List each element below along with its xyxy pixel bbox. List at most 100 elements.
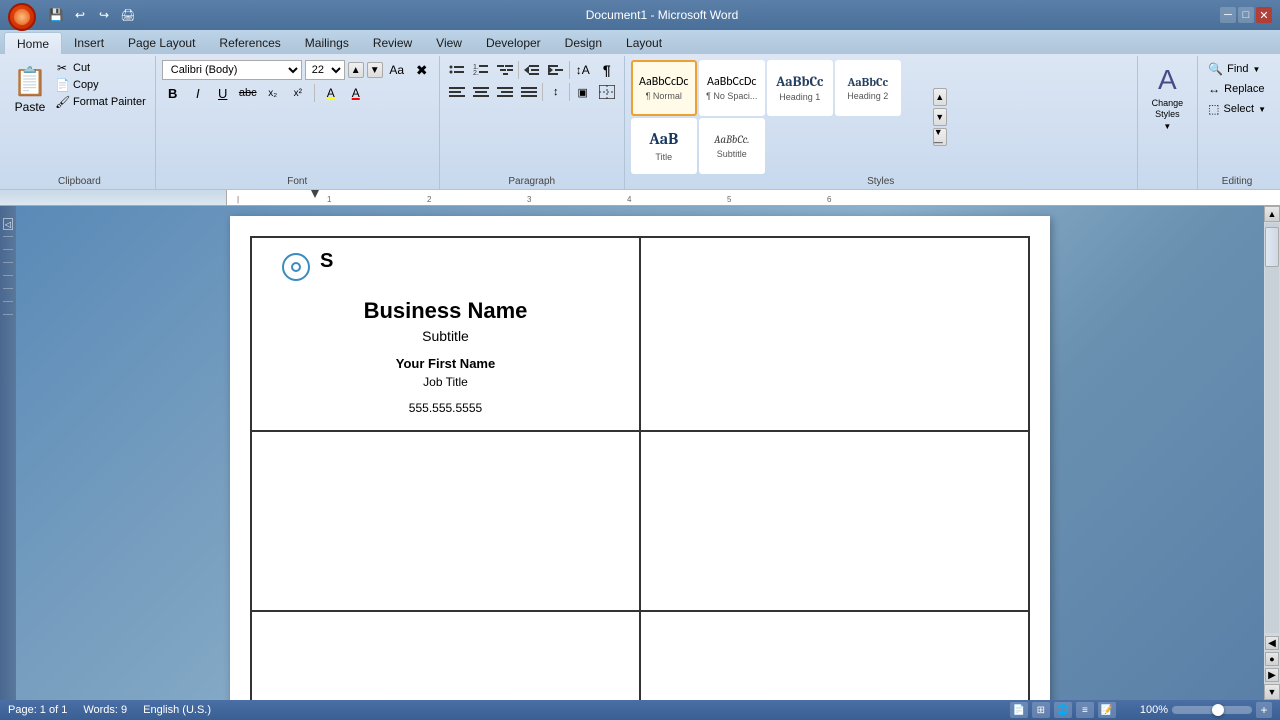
scroll-prev-page-btn[interactable]: ◀ [1265,636,1279,650]
ruler-mark-5: 5 [727,195,731,204]
decrease-font-btn[interactable]: ▼ [367,62,383,78]
style-normal[interactable]: AaBbCcDc ¶ Normal [631,60,697,116]
tab-home[interactable]: Home [4,32,62,54]
web-layout-view-btn[interactable]: 🌐 [1054,702,1072,718]
style-more-btn[interactable]: ▼— [933,128,947,146]
highlight-button[interactable]: A [320,83,342,103]
cut-button[interactable]: ✂ Cut [52,60,149,76]
bold-button[interactable]: B [162,83,184,103]
tab-references[interactable]: References [207,32,292,54]
print-layout-view-btn[interactable]: 📄 [1010,702,1028,718]
tab-insert[interactable]: Insert [62,32,116,54]
outline-view-btn[interactable]: ≡ [1076,702,1094,718]
show-marks-button[interactable]: ¶ [596,60,618,80]
scroll-next-page-btn[interactable]: ▶ [1265,668,1279,682]
paragraph-group-label: Paragraph [446,174,618,189]
sort-button[interactable]: ↕A [572,60,594,80]
select-button[interactable]: ⬚ Select ▼ [1204,100,1270,118]
card-phone[interactable]: 555.555.5555 [409,401,482,415]
clear-formatting-btn[interactable]: ✖ [411,60,433,80]
card-bottom-right[interactable] [640,611,1029,700]
change-styles-button[interactable]: A ChangeStyles ▼ [1144,60,1192,135]
minimize-btn[interactable]: ─ [1220,7,1236,23]
right-scrollbar: ▲ ◀ ● ▶ ▼ [1264,206,1280,700]
card-subtitle[interactable]: Subtitle [422,328,469,344]
increase-font-btn[interactable]: ▲ [348,62,364,78]
subscript-button[interactable]: x₂ [262,83,284,103]
card-bottom-left[interactable] [251,611,640,700]
clipboard-group: 📋 Paste ✂ Cut 📄 Copy 🖌 [4,56,156,189]
replace-button[interactable]: ↔ Replace [1204,80,1268,98]
ribbon-content: 📋 Paste ✂ Cut 📄 Copy 🖌 [0,54,1280,189]
card-your-name[interactable]: Your First Name [396,356,495,371]
ruler-tab-marker[interactable] [311,190,319,198]
full-screen-view-btn[interactable]: ⊞ [1032,702,1050,718]
scroll-down-button[interactable]: ▼ [1264,684,1280,700]
borders-button[interactable] [596,82,618,102]
multilevel-list-button[interactable] [494,60,516,80]
draft-view-btn[interactable]: 📝 [1098,702,1116,718]
tab-review[interactable]: Review [361,32,424,54]
tab-design[interactable]: Design [553,32,614,54]
close-btn[interactable]: ✕ [1256,7,1272,23]
format-painter-button[interactable]: 🖌 Format Painter [52,94,149,110]
tab-developer[interactable]: Developer [474,32,553,54]
card-middle-left[interactable] [251,431,640,611]
decrease-indent-button[interactable] [521,60,543,80]
card-circle-icon [282,253,310,281]
style-scroll-up-btn[interactable]: ▲ [933,88,947,106]
document-page[interactable]: S Business Name Subtitle Your First Name… [230,216,1050,700]
style-heading2[interactable]: AaBbCc Heading 2 [835,60,901,116]
undo-quick-btn[interactable]: ↩ [70,5,90,25]
zoom-in-btn[interactable]: + [1256,702,1272,718]
justify-button[interactable] [518,82,540,102]
align-left-button[interactable] [446,82,468,102]
change-case-btn[interactable]: Aa [386,60,408,80]
font-size-select[interactable]: 22 [305,60,345,80]
change-styles-group: A ChangeStyles ▼ [1138,56,1199,189]
find-icon: 🔍 [1208,62,1223,76]
zoom-slider[interactable] [1172,706,1252,714]
numbering-button[interactable]: 1.2. [470,60,492,80]
align-center-button[interactable] [470,82,492,102]
style-scroll-down-btn[interactable]: ▼ [933,108,947,126]
left-nav-btn[interactable]: ◁ [3,218,13,230]
paste-button[interactable]: 📋 Paste [10,60,50,116]
copy-icon: 📄 [55,78,69,92]
redo-quick-btn[interactable]: ↪ [94,5,114,25]
scroll-thumb[interactable] [1265,227,1279,267]
card-top-left[interactable]: S Business Name Subtitle Your First Name… [251,237,640,431]
status-bar: Page: 1 of 1 Words: 9 English (U.S.) 📄 ⊞… [0,700,1280,720]
style-no-spacing[interactable]: AaBbCcDc ¶ No Spaci... [699,60,765,116]
tab-view[interactable]: View [424,32,474,54]
align-right-button[interactable] [494,82,516,102]
card-middle-right[interactable] [640,431,1029,611]
scroll-up-button[interactable]: ▲ [1264,206,1280,222]
style-subtitle[interactable]: AaBbCc. Subtitle [699,118,765,174]
copy-button[interactable]: 📄 Copy [52,77,149,93]
save-quick-btn[interactable]: 💾 [46,5,66,25]
tab-layout[interactable]: Layout [614,32,674,54]
font-color-button[interactable]: A [345,83,367,103]
increase-indent-button[interactable] [545,60,567,80]
line-spacing-button[interactable]: ↕ [545,82,567,102]
style-heading1[interactable]: AaBbCc Heading 1 [767,60,833,116]
tab-mailings[interactable]: Mailings [293,32,361,54]
card-business-name[interactable]: Business Name [364,298,528,324]
underline-button[interactable]: U [212,83,234,103]
strikethrough-button[interactable]: abc [237,83,259,103]
shading-button[interactable]: ▣ [572,82,594,102]
restore-btn[interactable]: □ [1238,7,1254,23]
scroll-select-btn[interactable]: ● [1265,652,1279,666]
italic-button[interactable]: I [187,83,209,103]
card-job-title[interactable]: Job Title [423,375,468,389]
card-top-right[interactable] [640,237,1029,431]
office-button[interactable] [8,3,36,31]
print-quick-btn[interactable]: 🖨 [118,5,138,25]
bullets-button[interactable] [446,60,468,80]
find-button[interactable]: 🔍 Find ▼ [1204,60,1264,78]
tab-page-layout[interactable]: Page Layout [116,32,207,54]
style-title[interactable]: AaB Title [631,118,697,174]
superscript-button[interactable]: x² [287,83,309,103]
font-family-select[interactable]: Calibri (Body) [162,60,302,80]
